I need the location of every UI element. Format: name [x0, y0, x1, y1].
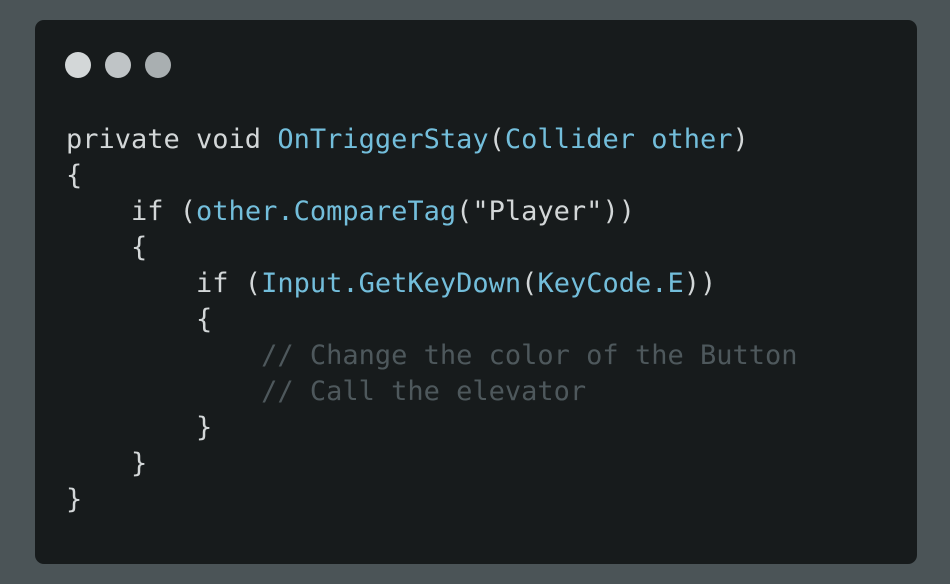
code-text: ("Player")) [456, 196, 635, 227]
code-window: private void OnTriggerStay(Collider othe… [35, 20, 917, 564]
dot-icon-3 [145, 52, 171, 78]
code-line: if (other.CompareTag("Player")) [66, 194, 798, 230]
code-identifier: OnTriggerStay [277, 124, 489, 155]
code-line: // Change the color of the Button [66, 338, 798, 374]
code-line: // Call the elevator [66, 374, 798, 410]
code-text: { [66, 232, 148, 263]
code-text: ( [488, 124, 505, 155]
code-line: { [66, 158, 798, 194]
code-line: private void OnTriggerStay(Collider othe… [66, 122, 798, 158]
code-identifier: other.CompareTag [196, 196, 457, 227]
code-text: ) [732, 124, 749, 155]
code-line: } [66, 446, 798, 482]
code-comment: // Change the color of the Button [66, 340, 798, 371]
code-text: } [66, 484, 83, 515]
code-text: if ( [66, 196, 197, 227]
code-text: } [66, 412, 213, 443]
code-identifier: Collider other [504, 124, 733, 155]
dot-icon-2 [105, 52, 131, 78]
code-text: { [66, 304, 213, 335]
code-line: } [66, 410, 798, 446]
code-identifier: KeyCode.E [537, 268, 684, 299]
code-text: private void [66, 124, 278, 155]
code-comment: // Call the elevator [66, 376, 587, 407]
code-line: } [66, 482, 798, 518]
code-text: if ( [66, 268, 262, 299]
window-controls [65, 52, 171, 78]
code-block: private void OnTriggerStay(Collider othe… [66, 122, 798, 518]
code-text: } [66, 448, 148, 479]
code-text: { [66, 160, 83, 191]
code-identifier: Input.GetKeyDown [261, 268, 522, 299]
code-text: ( [521, 268, 538, 299]
code-text: )) [683, 268, 717, 299]
code-line: if (Input.GetKeyDown(KeyCode.E)) [66, 266, 798, 302]
dot-icon-1 [65, 52, 91, 78]
code-line: { [66, 230, 798, 266]
code-line: { [66, 302, 798, 338]
